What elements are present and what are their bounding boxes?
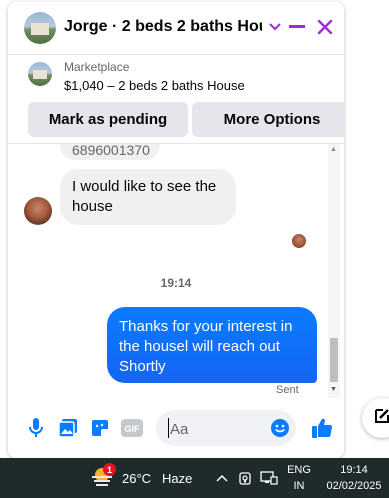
avatar [24, 197, 52, 225]
chevron-up-icon[interactable] [213, 470, 231, 486]
message-timestamp: 19:14 [160, 276, 192, 290]
system-clock[interactable]: 19:14 02/02/2025 [322, 462, 386, 494]
clock-date: 02/02/2025 [326, 480, 382, 492]
weather-temperature[interactable]: 26°C [122, 471, 151, 486]
language-region: IN [293, 480, 305, 492]
listing-thumbnail [28, 62, 52, 86]
language-code: ENG [287, 464, 311, 476]
language-indicator[interactable]: ENG IN [285, 462, 313, 494]
gif-icon[interactable]: GIF [120, 416, 144, 440]
marketplace-listing[interactable]: Marketplace $1,040 – 2 beds 2 baths Hous… [8, 54, 344, 97]
message-bubble-partial: 6896001370 [60, 144, 160, 160]
chat-title[interactable]: Jorge · 2 beds 2 baths Hou... [64, 18, 262, 36]
more-options-button[interactable]: More Options [192, 102, 344, 137]
listing-title: $1,040 – 2 beds 2 baths House [64, 78, 245, 93]
composer: GIF [8, 398, 344, 458]
new-message-button[interactable] [362, 398, 389, 438]
chat-header: Jorge · 2 beds 2 baths Hou... [8, 2, 344, 55]
scroll-down-arrow[interactable]: ▼ [330, 386, 337, 393]
clock-time: 19:14 [340, 464, 368, 476]
sticker-icon[interactable] [88, 416, 112, 440]
thumbs-up-icon[interactable] [310, 416, 334, 440]
photo-icon[interactable] [56, 416, 80, 440]
listing-avatar[interactable] [24, 12, 56, 44]
message-input-wrapper [156, 410, 296, 446]
weather-condition[interactable]: Haze [162, 471, 192, 486]
weather-badge: 1 [103, 463, 116, 476]
seen-avatar [292, 234, 306, 248]
emoji-icon[interactable] [270, 418, 290, 438]
close-icon[interactable] [312, 14, 338, 40]
compose-icon [373, 407, 389, 430]
message-input[interactable] [168, 418, 272, 440]
chat-window: Jorge · 2 beds 2 baths Hou... Marketplac… [8, 2, 344, 458]
scrollbar-thumb[interactable] [330, 338, 338, 382]
listing-actions: Mark as pending More Options [8, 97, 344, 144]
page: Jorge · 2 beds 2 baths Hou... Marketplac… [0, 0, 389, 498]
message-bubble-outgoing: Thanks for your interest in the housel w… [107, 307, 317, 383]
network-icon[interactable] [260, 470, 278, 486]
marketplace-label: Marketplace [64, 60, 130, 74]
minimize-icon[interactable] [284, 14, 310, 40]
message-status: Sent [276, 384, 299, 396]
taskbar: 1 26°C Haze ENG IN 19:14 02/02/2025 [0, 458, 389, 498]
mic-icon[interactable] [24, 416, 48, 440]
message-bubble-incoming: I would like to see the house [60, 169, 236, 225]
vpn-icon[interactable] [236, 470, 254, 486]
message-list[interactable]: 6896001370 I would like to see the house… [8, 144, 344, 398]
scroll-up-arrow[interactable]: ▲ [330, 146, 337, 153]
gif-label: GIF [125, 424, 141, 434]
mark-as-pending-button[interactable]: Mark as pending [28, 102, 188, 137]
